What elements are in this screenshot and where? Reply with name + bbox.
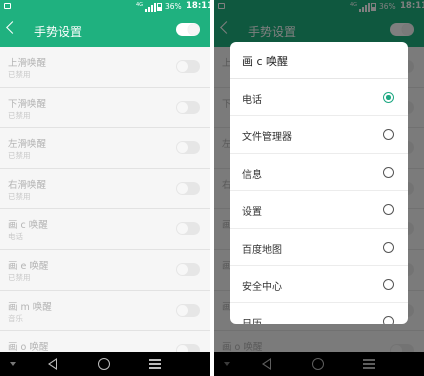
option-calendar[interactable]: 日历 [230, 303, 408, 324]
nav-home-icon[interactable] [98, 358, 110, 370]
gesture-status: 已禁用 [8, 151, 31, 161]
option-label: 设置 [242, 207, 262, 219]
dialog-title: 画 c 唤醒 [242, 55, 289, 68]
option-security-center[interactable]: 安全中心 [230, 266, 408, 304]
option-settings[interactable]: 设置 [230, 191, 408, 229]
toggle-knob [177, 61, 188, 72]
gesture-settings-screen: 4G 36% 18:11 手势设置 上滑唤醒 已禁用 下滑唤醒 已禁用 左滑唤醒… [0, 0, 210, 376]
gesture-toggle[interactable] [176, 303, 200, 317]
option-label: 安全中心 [242, 281, 282, 293]
radio-button[interactable] [383, 316, 394, 324]
option-phone[interactable]: 电话 [230, 79, 408, 117]
gesture-row-swipe-up[interactable]: 上滑唤醒 已禁用 [0, 47, 210, 88]
radio-button-checked[interactable] [383, 92, 394, 103]
option-label: 信息 [242, 169, 262, 181]
gesture-toggle[interactable] [176, 262, 200, 276]
navigation-bar [0, 352, 210, 376]
signal-icon: 4G [136, 2, 157, 12]
gesture-name: 上滑唤醒 [8, 58, 47, 69]
gesture-toggle[interactable] [176, 100, 200, 114]
toggle-knob [177, 142, 188, 154]
gesture-name: 下滑唤醒 [8, 98, 47, 110]
gesture-toggle[interactable] [176, 222, 200, 236]
radio-button[interactable] [383, 204, 394, 216]
network-type: 4G [136, 2, 144, 8]
gesture-name: 画 e 唤醒 [8, 260, 49, 272]
nav-expand-icon[interactable] [10, 362, 16, 366]
option-label: 电话 [242, 95, 262, 106]
gesture-status: 音乐 [8, 313, 23, 323]
gesture-toggle[interactable] [176, 181, 200, 195]
option-label: 百度地图 [242, 244, 282, 256]
gesture-status: 已禁用 [8, 110, 31, 120]
radio-dot-icon [386, 95, 391, 100]
gesture-status: 电话 [8, 232, 23, 242]
gesture-row-draw-c[interactable]: 画 c 唤醒 电话 [0, 209, 210, 250]
option-label: 文件管理器 [242, 132, 292, 144]
gesture-settings-dialog-screen: 4G 36% 18:11 手势设置 上 下 左 右 画 画 画 画 o 唤醒 画… [214, 0, 424, 376]
radio-button[interactable] [383, 241, 394, 253]
app-picker-dialog: 画 c 唤醒 电话 文件管理器 信息 设置 百度地图 安全中心 [230, 42, 408, 324]
back-arrow-icon[interactable] [6, 21, 19, 34]
nav-back-icon[interactable] [48, 358, 57, 370]
gesture-row-draw-m[interactable]: 画 m 唤醒 音乐 [0, 290, 210, 332]
option-baidu-maps[interactable]: 百度地图 [230, 229, 408, 266]
option-label: 日历 [242, 315, 262, 324]
toggle-knob [177, 182, 188, 194]
nav-recents-icon[interactable] [149, 359, 161, 369]
gesture-name: 右滑唤醒 [8, 179, 47, 191]
toggle-knob [177, 101, 188, 113]
option-list: 电话 文件管理器 信息 设置 百度地图 安全中心 [230, 79, 408, 324]
toggle-knob [177, 223, 188, 235]
battery-icon [157, 3, 162, 11]
master-gesture-toggle[interactable] [176, 23, 200, 36]
radio-button[interactable] [383, 278, 394, 290]
gesture-name: 画 m 唤醒 [8, 301, 52, 313]
option-messages[interactable]: 信息 [230, 154, 408, 192]
notification-icon [4, 3, 11, 9]
page-title: 手势设置 [34, 25, 83, 39]
gesture-row-swipe-right[interactable]: 右滑唤醒 已禁用 [0, 168, 210, 210]
gesture-name: 画 c 唤醒 [8, 220, 48, 232]
gesture-status: 已禁用 [8, 272, 31, 282]
gesture-row-swipe-down[interactable]: 下滑唤醒 已禁用 [0, 87, 210, 129]
toggle-knob [188, 24, 199, 35]
radio-button[interactable] [383, 166, 394, 178]
radio-button[interactable] [383, 129, 394, 141]
gesture-name: 左滑唤醒 [8, 139, 47, 151]
clock: 18:11 [186, 1, 210, 11]
gesture-toggle[interactable] [176, 60, 200, 73]
toggle-knob [177, 304, 188, 316]
gesture-status: 已禁用 [8, 70, 31, 79]
status-bar: 4G 36% 18:11 [0, 0, 210, 14]
gesture-status: 已禁用 [8, 191, 31, 201]
toggle-knob [177, 263, 188, 275]
option-file-manager[interactable]: 文件管理器 [230, 116, 408, 154]
gesture-row-swipe-left[interactable]: 左滑唤醒 已禁用 [0, 128, 210, 169]
gesture-row-draw-e[interactable]: 画 e 唤醒 已禁用 [0, 249, 210, 291]
gesture-list: 上滑唤醒 已禁用 下滑唤醒 已禁用 左滑唤醒 已禁用 右滑唤醒 已禁用 画 c … [0, 47, 210, 372]
battery-percent: 36% [165, 2, 182, 11]
app-bar: 手势设置 [0, 14, 210, 47]
gesture-toggle[interactable] [176, 141, 200, 155]
